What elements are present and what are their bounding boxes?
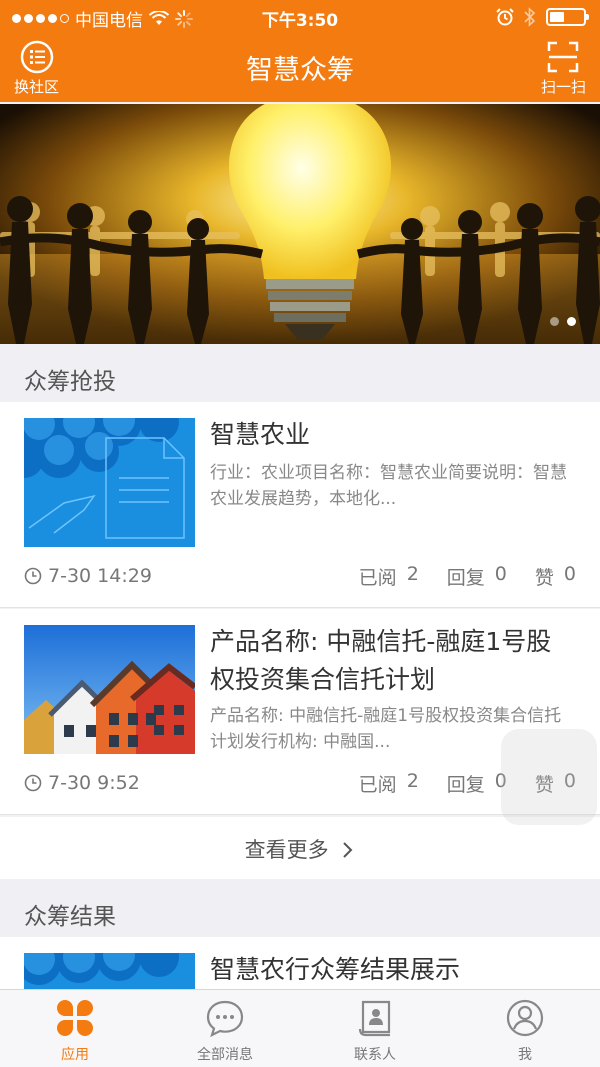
reply-count: 0 (494, 562, 507, 585)
like-count: 0 (563, 562, 576, 585)
tab-label: 联系人 (354, 1047, 396, 1063)
chat-icon (206, 1000, 244, 1038)
assistive-touch-button[interactable] (501, 729, 597, 825)
item-date: 7-30 9:52 (48, 772, 140, 794)
read-label: 已阅 (358, 566, 397, 589)
like-label: 赞 (534, 566, 554, 589)
tab-label: 全部消息 (197, 1047, 253, 1063)
read-count: 2 (406, 769, 419, 792)
item-meta: 7-30 9:52 已阅 2 回复 0 赞0 (24, 770, 576, 796)
tab-contacts[interactable]: 联系人 (300, 990, 450, 1067)
nav-bar: 换社区 智慧众筹 扫一扫 (0, 34, 600, 102)
profile-icon (506, 999, 544, 1037)
item-thumbnail (24, 418, 195, 547)
tab-me[interactable]: 我 (450, 990, 600, 1067)
reply-label: 回复 (446, 773, 485, 796)
result-list-item[interactable]: 智慧农行众筹结果展示 (0, 937, 600, 1013)
tab-label: 应用 (61, 1047, 89, 1063)
tab-label: 我 (518, 1047, 532, 1063)
bottom-tab-bar: 应用 全部消息 联系人 我 (0, 989, 600, 1067)
view-more-label: 查看更多 (244, 838, 329, 862)
scan-icon (548, 41, 579, 73)
like-stat[interactable]: 赞0 (535, 563, 576, 590)
bluetooth-icon (524, 7, 536, 27)
read-label: 已阅 (358, 773, 397, 796)
chevron-right-icon (343, 842, 353, 858)
scan-label: 扫一扫 (540, 78, 586, 96)
alarm-icon (496, 8, 514, 26)
section-header-results: 众筹结果 (0, 879, 600, 937)
battery-icon (546, 8, 589, 26)
tab-messages[interactable]: 全部消息 (150, 990, 300, 1067)
view-more-button[interactable]: 查看更多 (0, 817, 600, 879)
carousel-dot[interactable] (550, 317, 559, 326)
tab-apps[interactable]: 应用 (0, 990, 150, 1067)
item-meta: 7-30 14:29 已阅 2 回复 0 赞0 (24, 563, 576, 589)
page-title: 智慧众筹 (246, 55, 354, 86)
section-header-invest: 众筹抢投 (0, 344, 600, 402)
item-title: 产品名称: 中融信托-融庭1号股权投资集合信托计划 (210, 627, 552, 694)
status-bar: 中国电信 下午3:50 (0, 0, 600, 34)
reply-label: 回复 (446, 566, 485, 589)
apps-icon (57, 1000, 93, 1036)
item-description: 行业：农业项目名称：智慧农业简要说明：智慧农业发展趋势，本地化... (210, 463, 567, 509)
clock-icon (24, 567, 42, 585)
read-count: 2 (406, 562, 419, 585)
carousel-indicator (550, 317, 576, 326)
promo-banner[interactable] (0, 104, 600, 344)
clock-icon (24, 774, 42, 792)
scan-button[interactable]: 扫一扫 (541, 40, 586, 97)
list-item[interactable]: 智慧农业 行业：农业项目名称：智慧农业简要说明：智慧农业发展趋势，本地化... … (0, 402, 600, 608)
item-date: 7-30 14:29 (48, 565, 152, 587)
item-title: 智慧农业 (210, 420, 311, 449)
reply-stat[interactable]: 回复 0 (447, 563, 507, 590)
carousel-dot-active[interactable] (567, 317, 576, 326)
item-thumbnail (24, 625, 195, 754)
banner-image (0, 104, 600, 344)
reply-stat[interactable]: 回复 0 (447, 770, 507, 797)
contacts-icon (358, 1000, 391, 1037)
item-title: 智慧农行众筹结果展示 (210, 955, 461, 984)
